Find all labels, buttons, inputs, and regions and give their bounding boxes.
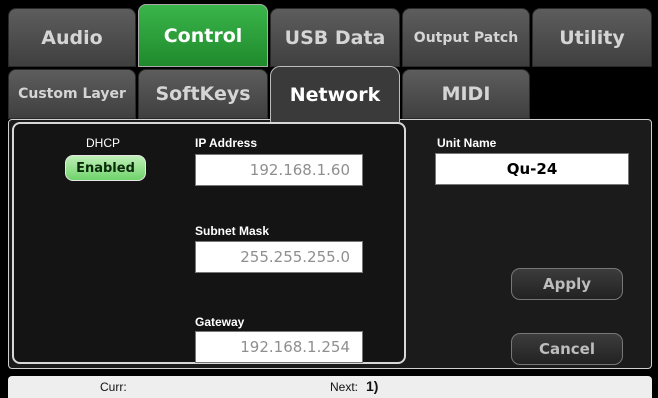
current-scene-label: Curr: — [100, 380, 127, 394]
cancel-button[interactable]: Cancel — [511, 333, 623, 365]
gateway-field[interactable]: 192.168.1.254 — [195, 331, 363, 363]
tab-audio[interactable]: Audio — [8, 8, 136, 67]
apply-button[interactable]: Apply — [511, 268, 623, 300]
unit-name-field[interactable]: Qu-24 — [435, 153, 629, 185]
dhcp-toggle-button[interactable]: Enabled — [65, 155, 146, 181]
tab-output-patch[interactable]: Output Patch — [402, 8, 530, 67]
unit-name-label: Unit Name — [437, 136, 497, 150]
ip-address-label: IP Address — [195, 136, 258, 150]
scene-status-bar: Curr: Next: 1) — [8, 376, 652, 398]
subnet-mask-label: Subnet Mask — [195, 224, 270, 238]
next-scene-value: 1) — [366, 378, 379, 394]
tab-control[interactable]: Control — [138, 4, 268, 67]
subnet-mask-field[interactable]: 255.255.255.0 — [195, 241, 363, 273]
next-scene-label: Next: — [330, 380, 359, 394]
ip-address-field[interactable]: 192.168.1.60 — [195, 154, 363, 186]
tab-midi[interactable]: MIDI — [402, 69, 530, 119]
dhcp-label: DHCP — [86, 136, 121, 150]
tab-network[interactable]: Network — [270, 66, 400, 122]
tab-custom-layer[interactable]: Custom Layer — [8, 69, 136, 119]
tab-utility[interactable]: Utility — [532, 8, 652, 67]
gateway-label: Gateway — [195, 315, 245, 329]
tab-usb-data[interactable]: USB Data — [270, 8, 400, 67]
tab-softkeys[interactable]: SoftKeys — [138, 69, 268, 119]
